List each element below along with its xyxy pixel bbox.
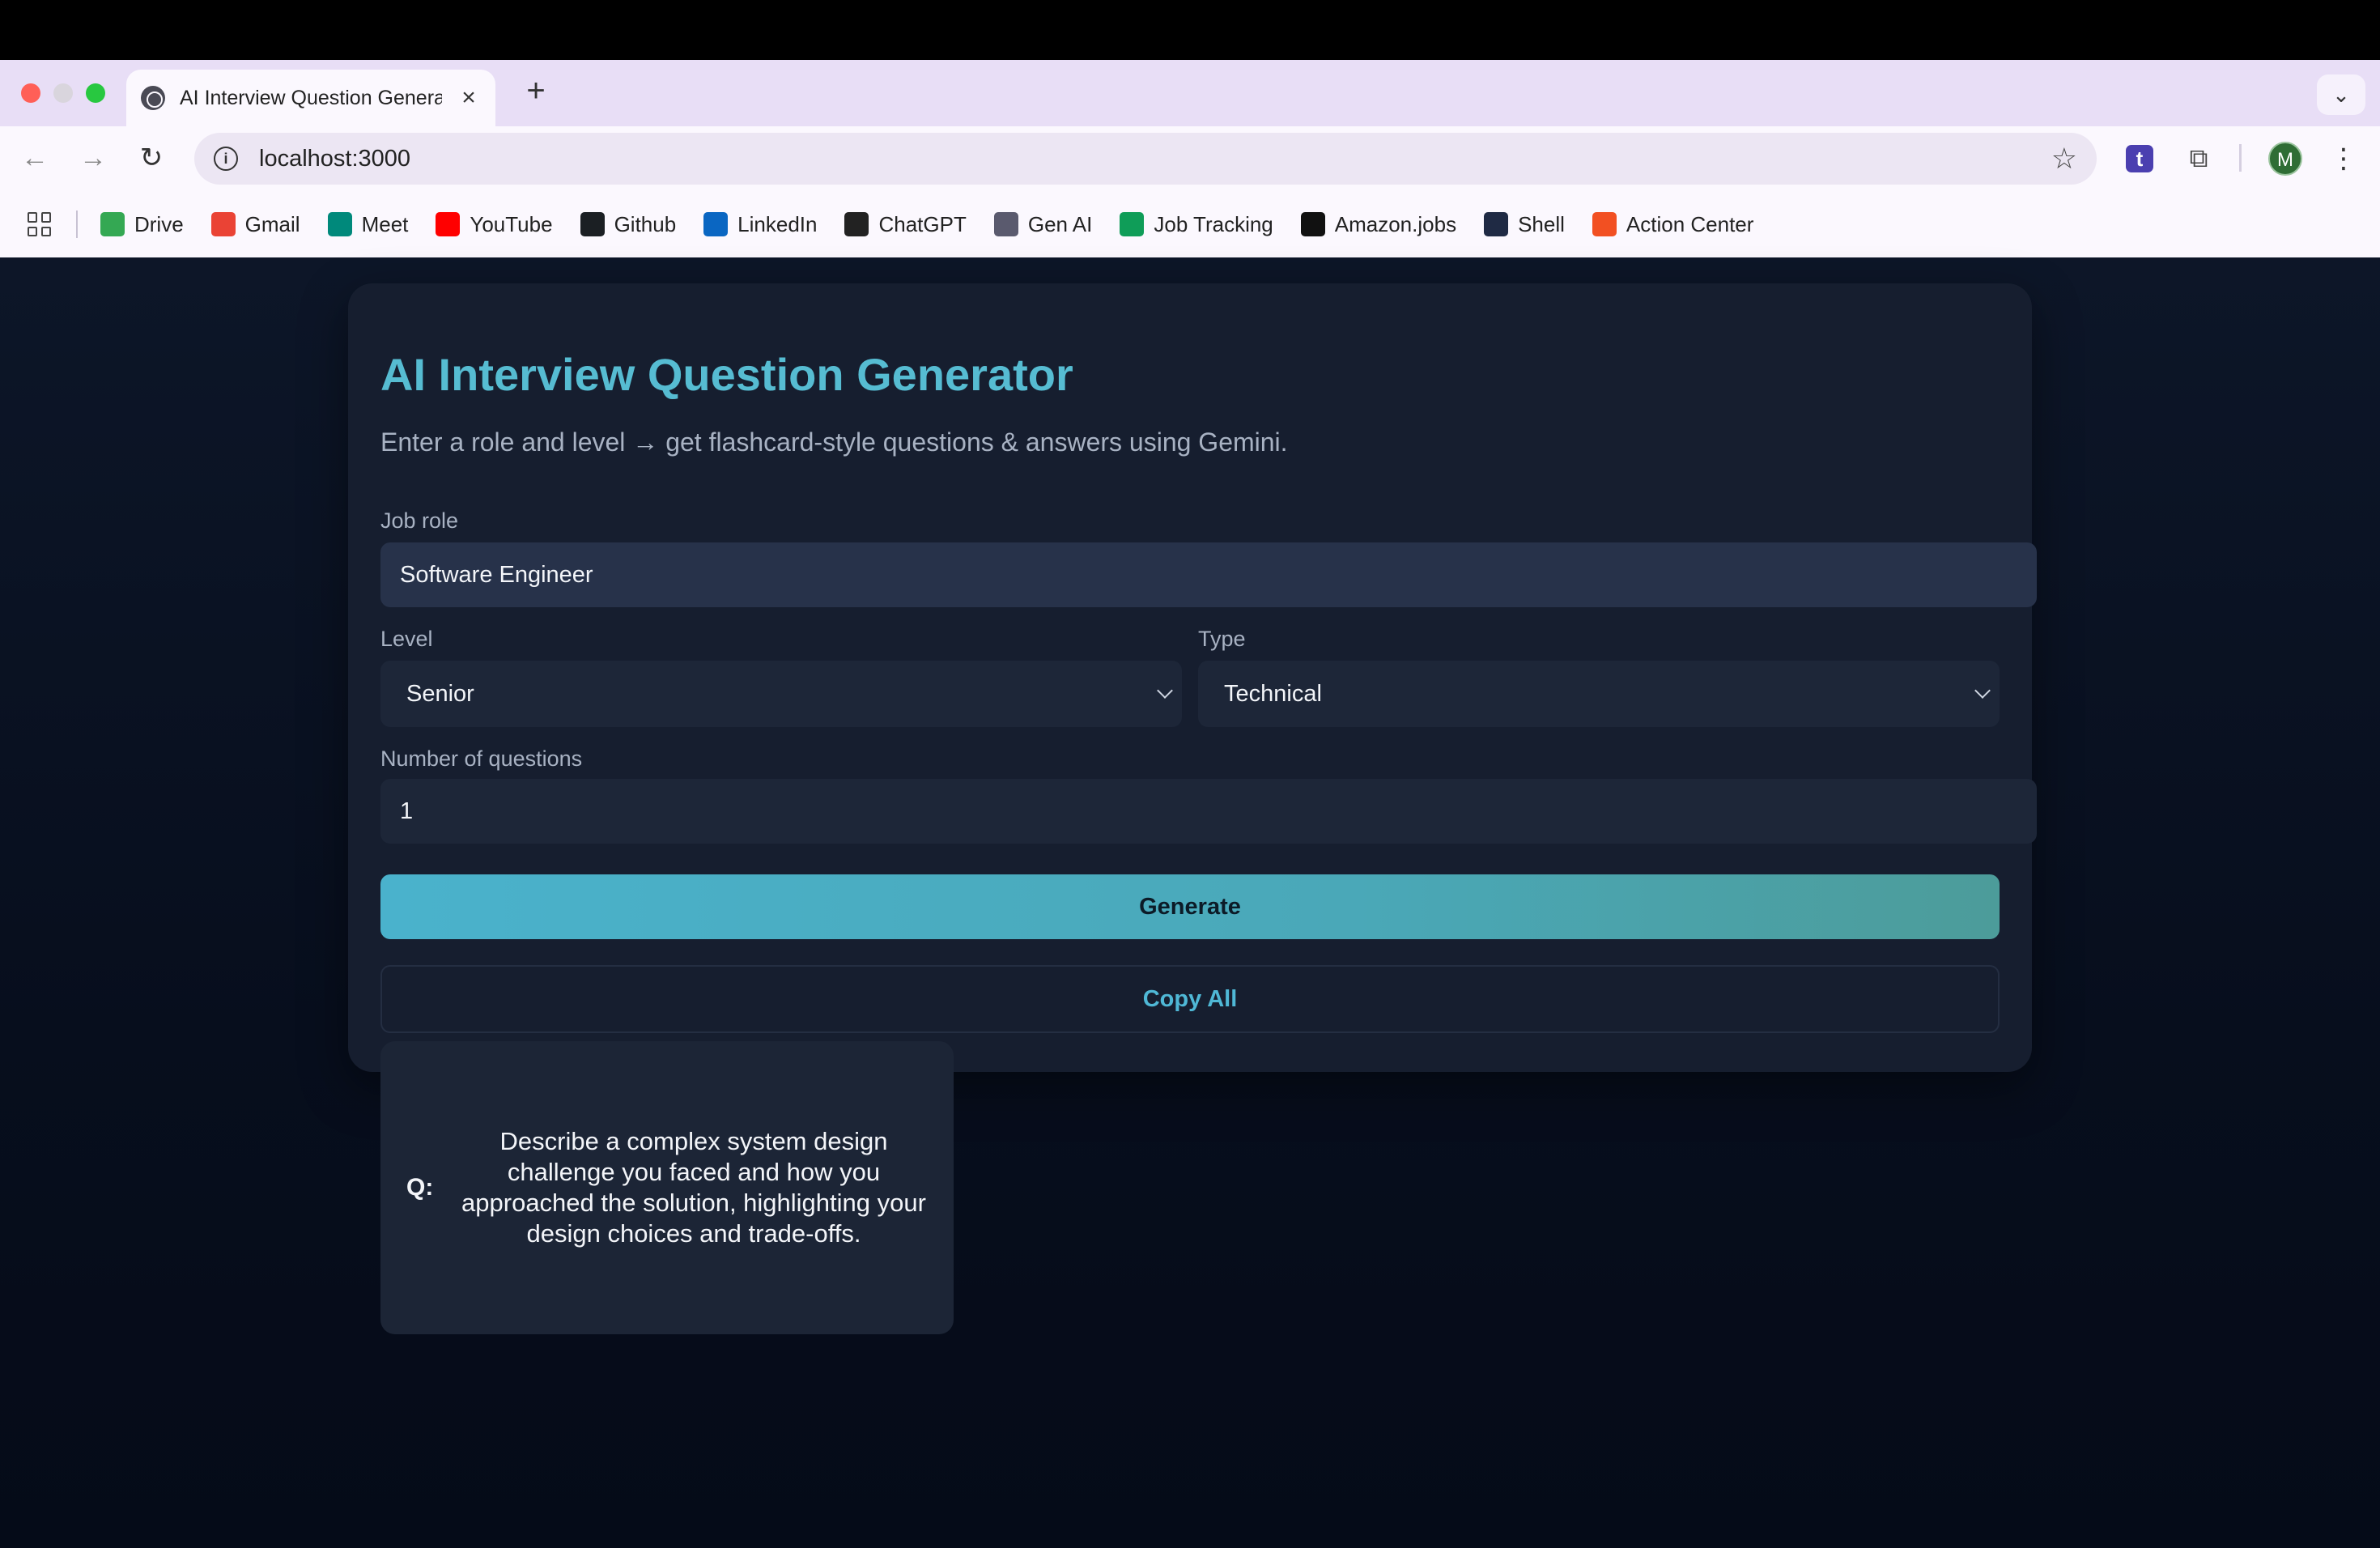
bookmark-label: Gmail bbox=[244, 211, 300, 236]
amazon-icon bbox=[1300, 212, 1325, 236]
browser-menu-icon[interactable]: ⋮ bbox=[2330, 141, 2357, 176]
level-label: Level bbox=[380, 627, 433, 651]
tab-strip: AI Interview Question Generator × + ⌄ bbox=[0, 60, 2380, 126]
bookmark-label: Meet bbox=[361, 211, 409, 236]
close-window-button[interactable] bbox=[21, 83, 40, 103]
bookmark-label: Job Tracking bbox=[1154, 211, 1273, 236]
chevron-down-icon bbox=[1974, 683, 1991, 699]
chevron-down-icon bbox=[1157, 683, 1173, 699]
flashcard[interactable]: Q: Describe a complex system design chal… bbox=[380, 1041, 954, 1334]
generate-button[interactable]: Generate bbox=[380, 874, 2000, 939]
bookmark-item[interactable]: Gen AI bbox=[993, 211, 1093, 237]
bookmark-item[interactable]: Github bbox=[580, 211, 677, 237]
shell-icon bbox=[1484, 212, 1509, 236]
job-role-label: Job role bbox=[380, 508, 459, 533]
type-select[interactable]: Technical bbox=[1198, 661, 2000, 727]
extensions-puzzle-icon[interactable]: ⧉ bbox=[2182, 142, 2215, 174]
bookmark-label: ChatGPT bbox=[878, 211, 967, 236]
page-subtitle: Enter a role and level → get flashcard-s… bbox=[380, 427, 1288, 457]
linkedin-icon bbox=[703, 212, 729, 236]
close-icon[interactable]: × bbox=[457, 84, 481, 112]
bookmark-label: YouTube bbox=[470, 211, 553, 236]
level-selected-value: Senior bbox=[406, 680, 474, 707]
globe-icon bbox=[141, 86, 165, 110]
bookmark-item[interactable]: YouTube bbox=[436, 211, 553, 237]
bookmark-item[interactable]: LinkedIn bbox=[703, 212, 817, 237]
toolbar-divider bbox=[2239, 144, 2242, 172]
page-background: AI Interview Question Generator Enter a … bbox=[0, 257, 2380, 1548]
meet-icon bbox=[327, 212, 352, 236]
browser-window: AI Interview Question Generator × + ⌄ ← … bbox=[0, 60, 2380, 257]
new-tab-button[interactable]: + bbox=[520, 74, 552, 107]
gmail-icon bbox=[210, 212, 236, 236]
bookmark-label: Github bbox=[614, 211, 677, 236]
extension-t-icon[interactable]: t bbox=[2126, 145, 2153, 172]
level-select[interactable]: Senior bbox=[380, 661, 1182, 727]
site-info-icon[interactable]: i bbox=[214, 147, 238, 171]
address-bar[interactable]: i localhost:3000 ☆ bbox=[194, 133, 2097, 185]
maximize-window-button[interactable] bbox=[86, 83, 105, 103]
forward-button[interactable]: → bbox=[73, 138, 113, 178]
apps-grid-icon[interactable] bbox=[28, 212, 52, 236]
tab-active[interactable]: AI Interview Question Generator × bbox=[126, 70, 495, 126]
tab-search-button[interactable]: ⌄ bbox=[2317, 74, 2365, 115]
bookmark-item[interactable]: Amazon.jobs bbox=[1300, 211, 1457, 237]
browser-toolbar: ← → ↻ i localhost:3000 ☆ t ⧉ M ⋮ bbox=[0, 126, 2380, 191]
bookmark-item[interactable]: ChatGPT bbox=[844, 211, 967, 237]
reload-button[interactable]: ↻ bbox=[131, 138, 172, 178]
num-questions-label: Number of questions bbox=[380, 746, 583, 771]
windows-icon bbox=[1592, 212, 1617, 236]
bookmark-item[interactable]: Meet bbox=[327, 211, 409, 237]
type-label: Type bbox=[1198, 627, 1246, 651]
num-questions-input[interactable]: 1 bbox=[380, 779, 2037, 844]
bookmarks-divider bbox=[76, 211, 78, 238]
bookmark-star-icon[interactable]: ☆ bbox=[2051, 142, 2077, 176]
minimize-window-button[interactable] bbox=[53, 83, 73, 103]
job-role-input[interactable]: Software Engineer bbox=[380, 542, 2037, 607]
type-selected-value: Technical bbox=[1224, 680, 1322, 707]
bookmark-item[interactable]: Action Center bbox=[1592, 211, 1754, 237]
bookmark-item[interactable]: Gmail bbox=[210, 211, 300, 237]
back-button[interactable]: ← bbox=[15, 138, 55, 178]
sheets-icon bbox=[1120, 212, 1145, 236]
tab-title: AI Interview Question Generator bbox=[180, 86, 442, 109]
question-text: Describe a complex system design challen… bbox=[461, 1127, 926, 1248]
bookmark-item[interactable]: Drive bbox=[100, 212, 184, 237]
chatgpt-icon bbox=[844, 212, 869, 236]
page-title: AI Interview Question Generator bbox=[380, 349, 1073, 400]
bookmark-list: Drive Gmail Meet YouTube Github LinkedIn ChatG… bbox=[100, 212, 1781, 237]
drive-icon bbox=[100, 212, 125, 236]
profile-avatar[interactable]: M bbox=[2268, 142, 2302, 176]
bookmark-label: Drive bbox=[134, 211, 184, 236]
copy-all-button[interactable]: Copy All bbox=[380, 965, 2000, 1033]
bookmark-label: LinkedIn bbox=[737, 211, 818, 236]
url-text[interactable]: localhost:3000 bbox=[259, 146, 2051, 172]
bookmark-item[interactable]: Shell bbox=[1484, 212, 1565, 237]
genai-icon bbox=[993, 212, 1018, 236]
screen-top-bar bbox=[0, 0, 2380, 60]
bookmark-label: Gen AI bbox=[1027, 211, 1093, 236]
bookmarks-bar: Drive Gmail Meet YouTube Github LinkedIn ChatG… bbox=[0, 191, 2380, 257]
bookmark-label: Shell bbox=[1518, 211, 1565, 236]
youtube-icon bbox=[436, 212, 461, 236]
generator-card: AI Interview Question Generator Enter a … bbox=[348, 283, 2037, 1072]
question-label: Q: bbox=[406, 1174, 434, 1201]
bookmark-label: Action Center bbox=[1626, 211, 1754, 236]
github-icon bbox=[580, 212, 605, 236]
bookmark-item[interactable]: Job Tracking bbox=[1120, 212, 1273, 237]
bookmark-label: Amazon.jobs bbox=[1334, 211, 1457, 236]
